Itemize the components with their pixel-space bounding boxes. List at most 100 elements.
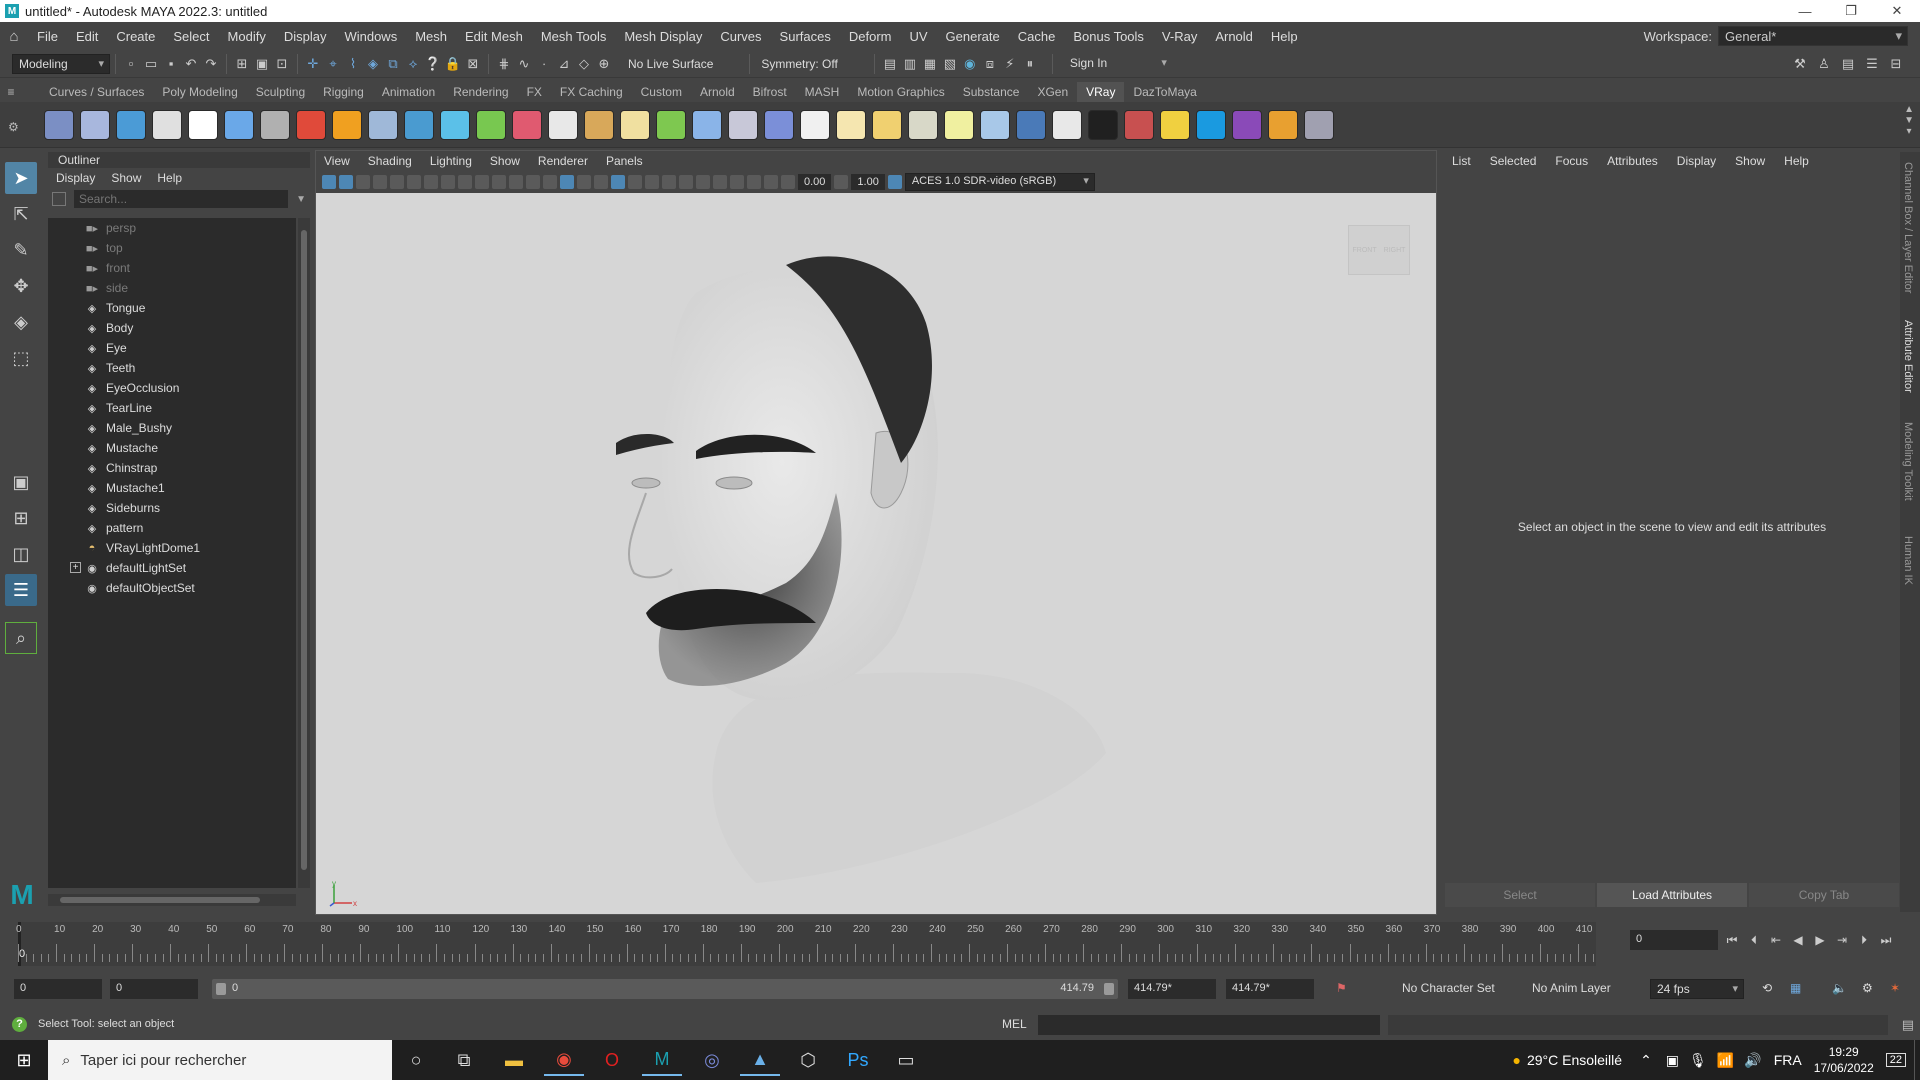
search-icon[interactable]: ⌕ xyxy=(5,622,37,654)
select-dynamic-icon[interactable]: ⟡ xyxy=(403,54,423,74)
shelf-tool-icon[interactable] xyxy=(620,109,650,140)
shelf-tool-icon[interactable] xyxy=(44,109,74,140)
shelf-tab-sculpting[interactable]: Sculpting xyxy=(247,82,314,102)
ae-menu-show[interactable]: Show xyxy=(1735,154,1765,168)
modeling-toolkit-icon[interactable]: ⚒ xyxy=(1790,54,1810,74)
go-to-start-icon[interactable]: ⏮ xyxy=(1724,930,1740,950)
script-language-toggle[interactable]: MEL xyxy=(1002,1017,1027,1031)
go-to-end-icon[interactable]: ⏭ xyxy=(1878,930,1894,950)
character-control-icon[interactable]: ✶ xyxy=(1890,981,1900,995)
ae-menu-help[interactable]: Help xyxy=(1784,154,1809,168)
anim-prefs-icon[interactable]: ⚙ xyxy=(1862,981,1873,995)
shelf-tool-icon[interactable] xyxy=(944,109,974,140)
shelf-tool-icon[interactable] xyxy=(1124,109,1154,140)
shelf-tool-icon[interactable] xyxy=(908,109,938,140)
select-curve-icon[interactable]: ⌇ xyxy=(343,54,363,74)
viewport-menu-lighting[interactable]: Lighting xyxy=(430,154,472,168)
microphone-icon[interactable]: 🎙 xyxy=(1689,1052,1707,1069)
select-deform-icon[interactable]: ⧉ xyxy=(383,54,403,74)
shelf-tool-icon[interactable] xyxy=(656,109,686,140)
ipr-render-icon[interactable]: ▦ xyxy=(920,54,940,74)
shelf-tool-icon[interactable] xyxy=(260,109,290,140)
cortana-icon[interactable]: ○ xyxy=(396,1044,436,1076)
shelf-tool-icon[interactable] xyxy=(1232,109,1262,140)
notifications-badge[interactable]: 22 xyxy=(1885,1053,1906,1067)
wireframe-icon[interactable] xyxy=(543,175,557,189)
channel-box-toggle-icon[interactable]: ⊟ xyxy=(1886,54,1906,74)
exposure-field[interactable]: 0.00 xyxy=(798,174,832,190)
menu-file[interactable]: File xyxy=(28,29,67,44)
ae-menu-list[interactable]: List xyxy=(1452,154,1471,168)
outliner-layout-icon[interactable]: ☰ xyxy=(5,574,37,606)
shelf-tab-custom[interactable]: Custom xyxy=(632,82,691,102)
attribute-editor-toggle-icon[interactable]: ▤ xyxy=(1838,54,1858,74)
outliner-item[interactable]: ◈ Chinstrap xyxy=(48,458,296,478)
play-forwards-icon[interactable]: ▶ xyxy=(1812,930,1828,950)
menu-uv[interactable]: UV xyxy=(900,29,936,44)
four-pane-layout-icon[interactable]: ⊞ xyxy=(5,502,37,534)
task-view-icon[interactable]: ⧉ xyxy=(444,1044,484,1076)
ae-select-button[interactable]: Select xyxy=(1445,883,1595,907)
opera-icon[interactable]: O xyxy=(592,1044,632,1076)
ae-menu-selected[interactable]: Selected xyxy=(1490,154,1537,168)
menu-help[interactable]: Help xyxy=(1262,29,1307,44)
head-model-render[interactable] xyxy=(316,193,1436,914)
menu-generate[interactable]: Generate xyxy=(937,29,1009,44)
show-desktop-button[interactable] xyxy=(1914,1040,1920,1080)
outliner-menu-display[interactable]: Display xyxy=(56,171,95,185)
view-cube[interactable]: FRONT RIGHT xyxy=(1348,225,1410,275)
snap-view-icon[interactable]: ⊿ xyxy=(554,54,574,74)
grid-icon[interactable] xyxy=(424,175,438,189)
outliner-item[interactable]: ■▸ top xyxy=(48,238,296,258)
shelf-tool-icon[interactable] xyxy=(1016,109,1046,140)
step-forward-frame-icon[interactable]: ⏵ xyxy=(1856,930,1872,950)
sound-icon[interactable]: 🔈 xyxy=(1832,981,1847,995)
render-settings-icon[interactable]: ▧ xyxy=(940,54,960,74)
gamma-field[interactable]: 1.00 xyxy=(851,174,885,190)
fps-dropdown[interactable]: 24 fps xyxy=(1650,979,1744,999)
ae-menu-focus[interactable]: Focus xyxy=(1555,154,1588,168)
film-gate-icon[interactable] xyxy=(441,175,455,189)
render-view-icon[interactable]: ▤ xyxy=(880,54,900,74)
menu-bonus-tools[interactable]: Bonus Tools xyxy=(1064,29,1153,44)
highlight-selection-icon[interactable]: ⊠ xyxy=(463,54,483,74)
chrome-icon[interactable]: ◉ xyxy=(544,1044,584,1076)
shelf-tool-icon[interactable] xyxy=(1268,109,1298,140)
ae-menu-display[interactable]: Display xyxy=(1677,154,1716,168)
shelf-tab-fx[interactable]: FX xyxy=(518,82,551,102)
safe-action-icon[interactable] xyxy=(509,175,523,189)
workspace-dropdown[interactable]: General* xyxy=(1718,26,1908,46)
outliner-item[interactable]: ◈ Male_Bushy xyxy=(48,418,296,438)
tab-human-ik[interactable]: Human IK xyxy=(1902,536,1914,585)
step-back-key-icon[interactable]: ⇤ xyxy=(1768,930,1784,950)
open-scene-icon[interactable]: ▭ xyxy=(141,54,161,74)
character-set-dropdown[interactable]: No Character Set xyxy=(1402,981,1495,995)
snap-surface-icon[interactable]: ◇ xyxy=(574,54,594,74)
shelf-tool-icon[interactable] xyxy=(80,109,110,140)
shelf-tool-icon[interactable] xyxy=(476,109,506,140)
tab-attribute-editor[interactable]: Attribute Editor xyxy=(1902,320,1914,393)
tool-settings-toggle-icon[interactable]: ☰ xyxy=(1862,54,1882,74)
symmetry-dropdown[interactable]: Symmetry: Off xyxy=(755,57,843,71)
single-pane-layout-icon[interactable]: ▣ xyxy=(5,466,37,498)
network-icon[interactable]: 📶 xyxy=(1717,1052,1734,1069)
shelf-tool-icon[interactable] xyxy=(548,109,578,140)
lock-selection-icon[interactable]: 🔒 xyxy=(443,54,463,74)
screen-space-ao-icon[interactable] xyxy=(662,175,676,189)
photoshop-icon[interactable]: Ps xyxy=(838,1044,878,1076)
shelf-tool-icon[interactable] xyxy=(368,109,398,140)
shelf-tool-icon[interactable] xyxy=(836,109,866,140)
viewport-canvas[interactable]: FRONT RIGHT x y xyxy=(316,193,1436,914)
taskbar-search[interactable]: ⌕ Taper ici pour rechercher xyxy=(48,1040,392,1080)
human-ik-icon[interactable]: ♙ xyxy=(1814,54,1834,74)
shelf-tab-vray[interactable]: VRay xyxy=(1077,82,1125,102)
outliner-vertical-scrollbar[interactable] xyxy=(298,218,310,888)
shelf-tool-icon[interactable] xyxy=(980,109,1010,140)
undo-icon[interactable]: ↶ xyxy=(181,54,201,74)
playback-end-field[interactable]: 414.79* xyxy=(1128,979,1216,999)
camera-attributes-icon[interactable] xyxy=(339,175,353,189)
viewport-menu-renderer[interactable]: Renderer xyxy=(538,154,588,168)
snap-point-icon[interactable]: ∙ xyxy=(534,54,554,74)
outliner-item[interactable]: ◈ EyeOcclusion xyxy=(48,378,296,398)
chevron-down-icon[interactable]: ▼ xyxy=(296,194,306,205)
